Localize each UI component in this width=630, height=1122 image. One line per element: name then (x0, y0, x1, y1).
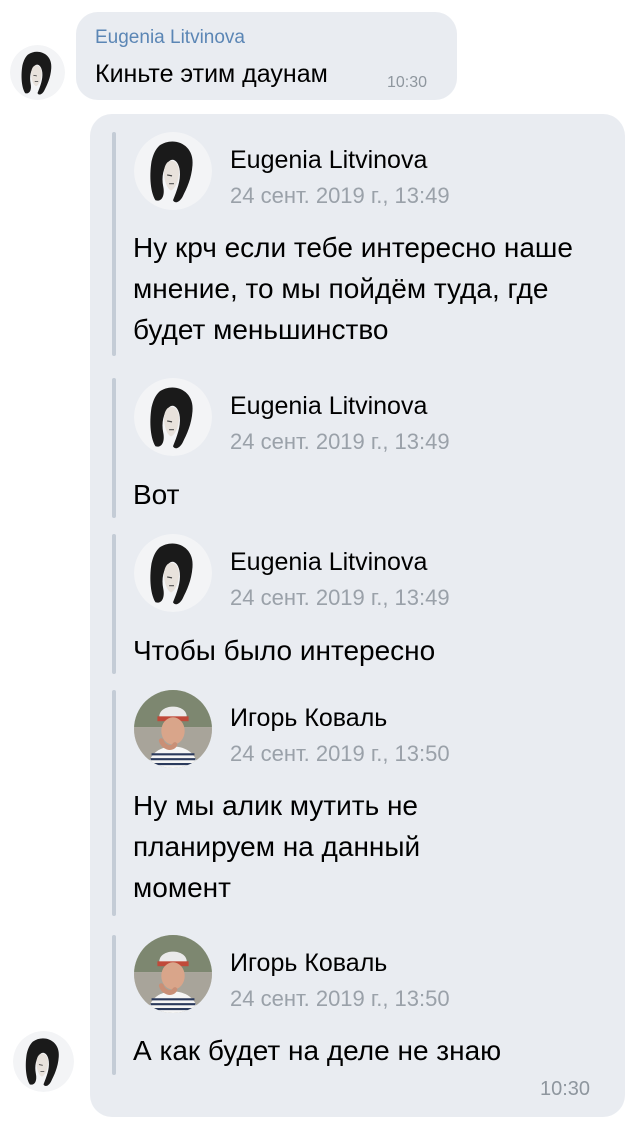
forwarded-avatar[interactable] (134, 534, 212, 612)
forwarded-message-time: 10:30 (540, 1078, 591, 1100)
avatar-man-photo-icon (134, 690, 212, 768)
forwarded-date: 24 сент. 2019 г., 13:50 (230, 741, 450, 766)
forwarded-text: Ну мы алик мутить не планируем на данный… (133, 790, 421, 903)
top-message-bubble[interactable]: Eugenia Litvinova Киньте этим даунам 10:… (76, 12, 457, 100)
forwarded-text: Ну крч если тебе интересно наше мнение, … (133, 232, 573, 345)
top-message-text: Киньте этим даунам (95, 60, 328, 88)
forwarded-item: Eugenia Litvinova 24 сент. 2019 г., 13:4… (112, 378, 622, 518)
forward-bar (112, 378, 116, 518)
avatar-woman-photo-icon (10, 45, 65, 100)
forward-bar (112, 690, 116, 916)
forwarded-date: 24 сент. 2019 г., 13:50 (230, 986, 450, 1011)
top-message-time: 10:30 (387, 74, 428, 91)
avatar-woman-photo-icon (134, 534, 212, 612)
forwarded-avatar[interactable] (134, 935, 212, 1013)
top-sender-avatar[interactable] (10, 45, 65, 100)
forwarded-avatar[interactable] (134, 132, 212, 210)
avatar-woman-photo-icon (134, 378, 212, 456)
forwarded-author[interactable]: Eugenia Litvinova (230, 146, 427, 175)
top-message-sender[interactable]: Eugenia Litvinova (95, 27, 245, 49)
forward-bar (112, 534, 116, 674)
forwarded-author[interactable]: Eugenia Litvinova (230, 548, 427, 577)
forwarded-text: Вот (133, 479, 180, 510)
avatar-woman-photo-icon (13, 1031, 74, 1092)
forwarded-message-bubble[interactable]: Eugenia Litvinova 24 сент. 2019 г., 13:4… (90, 114, 625, 1117)
forwarded-date: 24 сент. 2019 г., 13:49 (230, 429, 450, 454)
forwarded-item: Eugenia Litvinova 24 сент. 2019 г., 13:4… (112, 132, 622, 356)
avatar-man-photo-icon (134, 935, 212, 1013)
forwarded-date: 24 сент. 2019 г., 13:49 (230, 183, 450, 208)
forwarded-author[interactable]: Игорь Коваль (230, 949, 387, 978)
bottom-sender-avatar[interactable] (13, 1031, 74, 1092)
forward-bar (112, 132, 116, 356)
forwarded-date: 24 сент. 2019 г., 13:49 (230, 585, 450, 610)
forward-bar (112, 935, 116, 1075)
forwarded-text: А как будет на деле не знаю (133, 1035, 502, 1066)
avatar-woman-photo-icon (134, 132, 212, 210)
forwarded-author[interactable]: Eugenia Litvinova (230, 392, 427, 421)
forwarded-author[interactable]: Игорь Коваль (230, 704, 387, 733)
forwarded-item: Eugenia Litvinova 24 сент. 2019 г., 13:4… (112, 534, 622, 674)
forwarded-avatar[interactable] (134, 690, 212, 768)
forwarded-item: Игорь Коваль 24 сент. 2019 г., 13:50 А к… (112, 935, 622, 1075)
forwarded-text: Чтобы было интересно (133, 635, 436, 666)
forwarded-item: Игорь Коваль 24 сент. 2019 г., 13:50 Ну … (112, 690, 622, 916)
forwarded-avatar[interactable] (134, 378, 212, 456)
